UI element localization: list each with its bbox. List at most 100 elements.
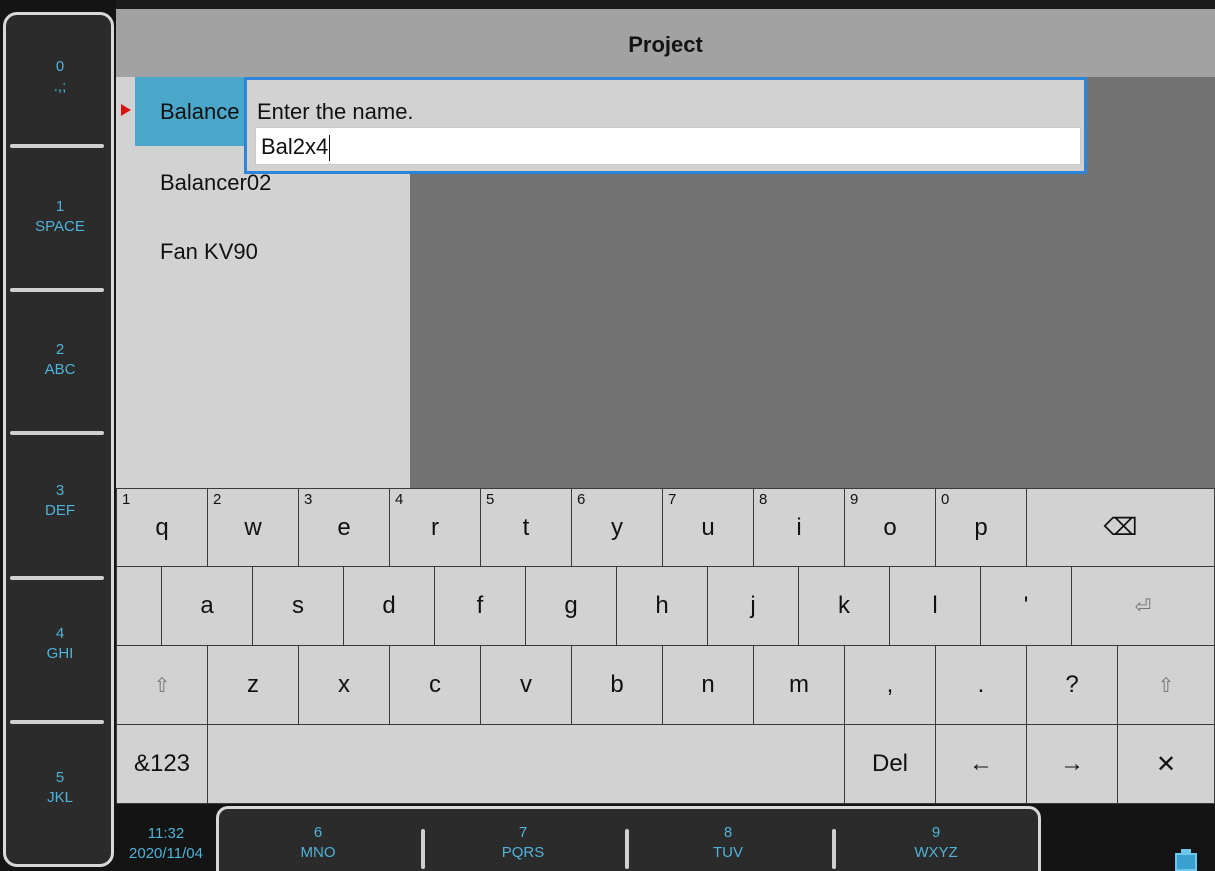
softkey-3-number: 3 (55, 482, 65, 499)
key-letter: k (838, 592, 850, 619)
softkey-divider (625, 829, 629, 869)
close-keyboard-key[interactable]: ✕ (1117, 724, 1215, 804)
key-comma[interactable]: , (844, 645, 936, 725)
key-spacer (116, 566, 162, 646)
left-softkey-panel: 0 .,; 1 SPACE 2 ABC 3 DEF 4 GHI 5 JKL (3, 12, 114, 867)
symbols-label: &123 (133, 750, 191, 777)
key-letter: j (750, 592, 756, 619)
key-d[interactable]: d (343, 566, 435, 646)
right-arrow-key[interactable]: → (1026, 724, 1118, 804)
softkey-5-number: 5 (55, 769, 65, 786)
left-arrow-key[interactable]: ← (935, 724, 1027, 804)
key-letter: u (701, 513, 715, 541)
softkey-1-number: 1 (55, 198, 65, 215)
softkey-9-number: 9 (931, 824, 941, 841)
softkey-5[interactable]: 5 JKL (12, 768, 108, 808)
key-b[interactable]: b (571, 645, 663, 725)
key-t[interactable]: 5t (480, 488, 572, 567)
key-letter: p (974, 513, 988, 541)
key-question[interactable]: ? (1026, 645, 1118, 725)
shift-icon: ⇧ (153, 674, 171, 697)
softkey-divider (10, 431, 104, 435)
shift-key-left[interactable]: ⇧ (116, 645, 208, 725)
status-date: 2020/11/04 (129, 845, 203, 862)
key-g[interactable]: g (525, 566, 617, 646)
key-o[interactable]: 9o (844, 488, 936, 567)
softkey-0-label: .,; (53, 78, 67, 95)
key-letter: b (610, 671, 624, 698)
project-item[interactable]: Fan KV90 (160, 239, 258, 265)
status-time: 11:32 (147, 825, 185, 842)
key-letter: r (431, 513, 439, 541)
key-u[interactable]: 7u (662, 488, 754, 567)
key-e[interactable]: 3e (298, 488, 390, 567)
softkey-0-number: 0 (55, 58, 65, 75)
key-letter: n (701, 671, 715, 698)
key-z[interactable]: z (207, 645, 299, 725)
key-w[interactable]: 2w (207, 488, 299, 567)
softkey-divider (10, 144, 104, 148)
key-letter: h (655, 592, 669, 619)
key-letter: d (382, 592, 396, 619)
softkey-2-number: 2 (55, 341, 65, 358)
name-input[interactable]: Bal2x4 (255, 127, 1081, 165)
key-number: 6 (577, 491, 586, 508)
key-m[interactable]: m (753, 645, 845, 725)
softkey-4-number: 4 (55, 625, 65, 642)
key-r[interactable]: 4r (389, 488, 481, 567)
symbols-key[interactable]: &123 (116, 724, 208, 804)
key-n[interactable]: n (662, 645, 754, 725)
softkey-divider (10, 720, 104, 724)
project-item-selected[interactable]: Balance (160, 99, 240, 125)
del-label: Del (871, 750, 908, 777)
key-letter: x (338, 671, 350, 698)
softkey-0[interactable]: 0 .,; (12, 57, 108, 97)
softkey-4[interactable]: 4 GHI (12, 624, 108, 664)
onscreen-keyboard: 1q 2w 3e 4r 5t 6y 7u 8i 9o 0p ⌫ a s d f … (116, 488, 1215, 804)
key-h[interactable]: h (616, 566, 708, 646)
key-q[interactable]: 1q (116, 488, 208, 567)
key-a[interactable]: a (161, 566, 253, 646)
key-letter: m (789, 671, 809, 698)
page-title: Project (116, 9, 1215, 77)
key-letter: t (522, 513, 530, 541)
battery-icon (1175, 853, 1197, 871)
key-s[interactable]: s (252, 566, 344, 646)
key-k[interactable]: k (798, 566, 890, 646)
key-letter: s (292, 592, 304, 619)
arrow-left-icon: ← (969, 750, 993, 777)
shift-key-right[interactable]: ⇧ (1117, 645, 1215, 725)
softkey-2[interactable]: 2 ABC (12, 340, 108, 380)
key-number: 9 (850, 491, 859, 508)
enter-key[interactable]: ⏎ (1071, 566, 1215, 646)
key-i[interactable]: 8i (753, 488, 845, 567)
key-v[interactable]: v (480, 645, 572, 725)
softkey-7[interactable]: 7 PQRS (448, 823, 598, 863)
softkey-1-label: SPACE (35, 218, 85, 235)
softkey-9[interactable]: 9 WXYZ (861, 823, 1011, 863)
softkey-8-label: TUV (713, 844, 743, 861)
key-letter: o (883, 513, 897, 541)
key-letter: g (564, 592, 578, 619)
key-y[interactable]: 6y (571, 488, 663, 567)
key-number: 0 (941, 491, 950, 508)
softkey-6[interactable]: 6 MNO (243, 823, 393, 863)
key-letter: i (796, 513, 802, 541)
softkey-3[interactable]: 3 DEF (12, 481, 108, 521)
softkey-8[interactable]: 8 TUV (653, 823, 803, 863)
del-key[interactable]: Del (844, 724, 936, 804)
key-period[interactable]: . (935, 645, 1027, 725)
key-j[interactable]: j (707, 566, 799, 646)
key-letter: y (611, 513, 623, 541)
softkey-1[interactable]: 1 SPACE (12, 197, 108, 237)
key-p[interactable]: 0p (935, 488, 1027, 567)
key-c[interactable]: c (389, 645, 481, 725)
key-x[interactable]: x (298, 645, 390, 725)
backspace-key[interactable]: ⌫ (1026, 488, 1215, 567)
key-l[interactable]: l (889, 566, 981, 646)
space-key[interactable] (207, 724, 845, 804)
key-apostrophe[interactable]: ' (980, 566, 1072, 646)
key-number: 8 (759, 491, 768, 508)
shift-icon: ⇧ (1157, 674, 1175, 697)
key-f[interactable]: f (434, 566, 526, 646)
